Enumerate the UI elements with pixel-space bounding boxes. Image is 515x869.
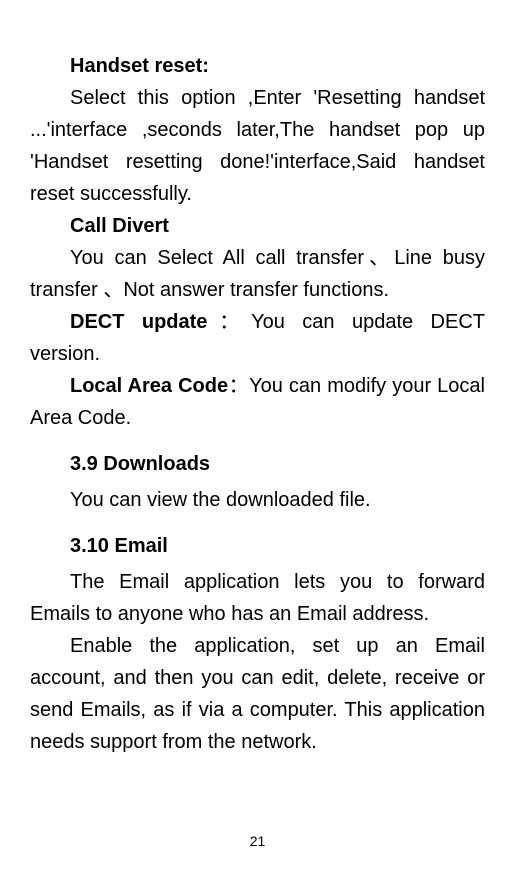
call-divert-body: You can Select All call transfer、Line bu… xyxy=(30,242,485,306)
handset-reset-body: Select this option ,Enter 'Resetting han… xyxy=(30,82,485,210)
email-body-1: The Email application lets you to forwar… xyxy=(30,566,485,630)
handset-reset-title: Handset reset: xyxy=(30,50,485,82)
bold-text: Handset reset: xyxy=(70,55,209,77)
email-body-2: Enable the application, set up an Email … xyxy=(30,630,485,758)
local-area-code-line: Local Area Code：You can modify your Loca… xyxy=(30,370,485,434)
email-heading: 3.10 Email xyxy=(30,530,485,562)
separator: ： xyxy=(207,311,251,333)
dect-update-line: DECT update：You can update DECT version. xyxy=(30,306,485,370)
downloads-heading: 3.9 Downloads xyxy=(30,448,485,480)
body-text: Handset reset: Select this option ,Enter… xyxy=(30,50,485,758)
bold-text: DECT update xyxy=(70,311,207,333)
separator: ： xyxy=(228,375,249,397)
page-number: 21 xyxy=(0,833,515,849)
call-divert-title: Call Divert xyxy=(30,210,485,242)
bold-text: Call Divert xyxy=(70,215,169,237)
document-page: Handset reset: Select this option ,Enter… xyxy=(0,0,515,869)
downloads-body: You can view the downloaded file. xyxy=(30,484,485,516)
bold-text: Local Area Code xyxy=(70,375,228,397)
